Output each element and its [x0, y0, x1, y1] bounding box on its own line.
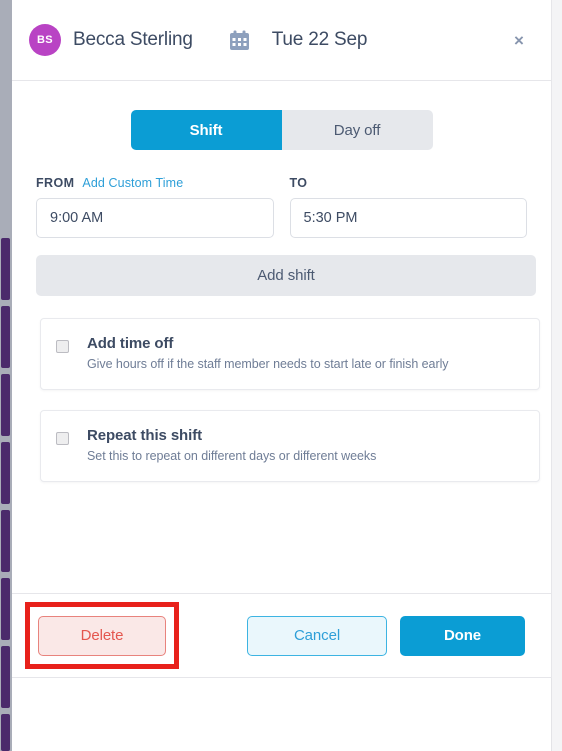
time-inputs [28, 198, 535, 238]
shift-type-toggle: Shift Day off [130, 110, 433, 150]
repeat-shift-card[interactable]: Repeat this shift Set this to repeat on … [40, 410, 540, 482]
tab-shift[interactable]: Shift [130, 110, 282, 150]
to-label: TO [289, 176, 308, 190]
from-time-input[interactable] [36, 198, 274, 238]
calendar-icon [229, 30, 250, 51]
repeat-shift-checkbox[interactable] [56, 432, 69, 445]
delete-button[interactable]: Delete [38, 615, 166, 656]
shift-editor-modal: BS Becca Sterling Tue 22 Sep × Shift Day… [12, 0, 552, 678]
to-time-input[interactable] [289, 198, 527, 238]
modal-header: BS Becca Sterling Tue 22 Sep × [12, 0, 551, 81]
add-shift-button[interactable]: Add shift [36, 255, 536, 296]
background-chip [1, 510, 10, 572]
staff-name: Becca Sterling [73, 29, 193, 50]
background-chip [1, 714, 10, 751]
background-chip [1, 238, 10, 300]
repeat-shift-text: Repeat this shift Set this to repeat on … [87, 427, 376, 463]
footer-actions: Cancel Done [247, 615, 531, 656]
background-chip [1, 578, 10, 640]
background-chip [1, 646, 10, 708]
add-time-off-text: Add time off Give hours off if the staff… [87, 335, 449, 371]
cancel-button[interactable]: Cancel [247, 615, 387, 656]
background-chip [1, 374, 10, 436]
from-label-group: FROM Add Custom Time [36, 176, 274, 190]
add-time-off-checkbox[interactable] [56, 340, 69, 353]
add-time-off-title: Add time off [87, 335, 174, 352]
add-time-off-card[interactable]: Add time off Give hours off if the staff… [40, 318, 540, 390]
background-rail [0, 0, 12, 751]
page-root: BS Becca Sterling Tue 22 Sep × Shift Day… [0, 0, 562, 751]
time-field-labels: FROM Add Custom Time TO [28, 176, 535, 190]
shift-date: Tue 22 Sep [271, 29, 368, 50]
add-time-off-subtitle: Give hours off if the staff member needs… [87, 357, 449, 371]
done-button[interactable]: Done [400, 615, 525, 656]
tab-day-off[interactable]: Day off [281, 110, 433, 150]
background-chip [1, 306, 10, 368]
modal-body: Shift Day off FROM Add Custom Time TO Ad… [12, 110, 551, 622]
delete-button-wrapper: Delete [25, 601, 179, 669]
avatar: BS [29, 24, 61, 56]
modal-footer: Delete Cancel Done [12, 593, 551, 677]
background-right-strip [552, 0, 562, 751]
repeat-shift-title: Repeat this shift [87, 427, 202, 444]
add-custom-time-link[interactable]: Add Custom Time [82, 176, 183, 190]
repeat-shift-subtitle: Set this to repeat on different days or … [87, 449, 377, 463]
close-icon[interactable]: × [508, 29, 530, 51]
from-label: FROM [36, 176, 75, 190]
to-label-group: TO [290, 176, 528, 190]
background-chip [1, 442, 10, 504]
